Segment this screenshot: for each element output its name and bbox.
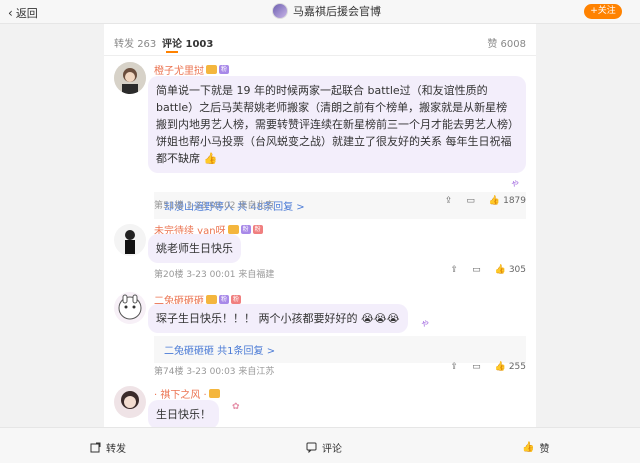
comment-meta: 第74楼 3-23 00:03 来自江苏 (154, 367, 275, 377)
reply-icon[interactable]: ▭ (466, 196, 475, 206)
sticker-icon: ゃ (420, 319, 430, 329)
repost-icon (90, 442, 101, 453)
crown-badge-icon (208, 389, 220, 398)
page-title: 马嘉祺后援会官博 (293, 5, 381, 18)
follow-button[interactable]: +关注 (584, 4, 622, 19)
like-count: 1879 (503, 196, 526, 206)
comment-actions: ⇪ ▭ 👍 1879 (431, 196, 526, 206)
bottom-action-bar: 转发 评论 👍 赞 (0, 427, 640, 463)
share-icon[interactable]: ⇪ (451, 362, 459, 372)
comment-item: · 祺下之风 · 生日快乐！ ✿ (104, 384, 536, 427)
active-tab-indicator (166, 51, 178, 53)
tab-comment-label: 评论 (162, 39, 182, 50)
comment-author[interactable]: · 祺下之风 · (154, 386, 207, 401)
comment-actions: ⇪ ▭ 👍 305 (437, 265, 526, 275)
reply-summary[interactable]: 二兔砸砸砸 共1条回复 > (154, 336, 526, 363)
reply-icon[interactable]: ▭ (472, 265, 481, 275)
avatar[interactable] (114, 224, 146, 256)
tab-like-label: 赞 (487, 39, 498, 50)
comment-author-row: · 祺下之风 · (154, 386, 220, 401)
comment-text: 简单说一下就是 19 年的时候两家一起联合 battle过（和友谊性质的batt… (148, 76, 526, 173)
comments-panel: 转发 263 评论 1003 赞 6008 橙子尤里挝 粉 简单说一下就是 19… (104, 24, 536, 427)
like-label: 赞 (539, 444, 550, 455)
comment-text: 琛子生日快乐！！！ 两个小孩都要好好的 😭😭😭 (148, 304, 408, 333)
flower-sticker-icon: ✿ (232, 402, 240, 412)
fan-badge-icon: 粉 (231, 295, 242, 304)
comment-text: 姚老师生日快乐 (148, 234, 241, 263)
crown-badge-icon (206, 65, 217, 74)
like-button[interactable]: 👍 赞 (522, 440, 549, 455)
sticker-icon: ゃ (510, 179, 520, 189)
thumbs-up-icon: 👍 (522, 442, 535, 453)
thumbs-up-icon: 👍 (494, 265, 506, 275)
tabs-bar: 转发 263 评论 1003 赞 6008 (104, 24, 536, 56)
tab-repost[interactable]: 转发 263 (114, 35, 156, 50)
back-button[interactable]: ‹ 返回 (8, 5, 38, 21)
like-count: 255 (508, 362, 526, 372)
avatar[interactable] (114, 386, 146, 418)
comment-item: 橙子尤里挝 粉 简单说一下就是 19 年的时候两家一起联合 battle过（和友… (104, 58, 536, 219)
like-button[interactable]: 👍 1879 (489, 196, 526, 206)
page-title-wrap: 马嘉祺后援会官博 (272, 3, 381, 19)
tab-repost-label: 转发 (114, 39, 134, 50)
comment-button[interactable]: 评论 (306, 440, 342, 455)
fan-badge-icon: 粉 (219, 295, 230, 304)
like-count: 305 (508, 265, 526, 275)
tab-comment[interactable]: 评论 1003 (162, 35, 213, 50)
share-icon[interactable]: ⇪ (445, 196, 453, 206)
tab-like[interactable]: 赞 6008 (487, 35, 526, 50)
thumbs-up-icon: 👍 (494, 362, 506, 372)
avatar[interactable] (114, 292, 146, 324)
comment-author[interactable]: 橙子尤里挝 (154, 62, 204, 77)
tab-like-count: 6008 (500, 39, 526, 50)
fan-badge-icon: 粉 (240, 225, 251, 234)
repost-label: 转发 (106, 444, 126, 455)
avatar[interactable] (114, 62, 146, 94)
tab-repost-count: 263 (137, 39, 157, 50)
share-icon[interactable]: ⇪ (451, 265, 459, 275)
account-avatar[interactable] (272, 3, 288, 19)
thumbs-up-icon: 👍 (488, 196, 501, 206)
like-button[interactable]: 👍 255 (495, 362, 526, 372)
crown-badge-icon (227, 225, 239, 234)
back-label: 返回 (15, 7, 38, 20)
comment-label: 评论 (322, 444, 342, 455)
reply-icon[interactable]: ▭ (472, 362, 481, 372)
chevron-left-icon: ‹ (8, 6, 13, 20)
comment-text: 生日快乐！ (148, 400, 219, 427)
comment-actions: ⇪ ▭ 👍 255 (437, 362, 526, 372)
comment-meta: 第20楼 3-23 00:01 来自福建 (154, 270, 275, 280)
fan-badge-icon: 粉 (252, 225, 263, 234)
comment-meta: 第51楼 3-23 00:02 来自北京 (154, 201, 275, 211)
tab-comment-count: 1003 (185, 39, 214, 50)
comment-author-row: 橙子尤里挝 粉 (154, 62, 230, 77)
comment-icon (306, 442, 317, 453)
repost-button[interactable]: 转发 (90, 440, 126, 455)
fan-badge-icon: 粉 (219, 65, 230, 74)
like-button[interactable]: 👍 305 (495, 265, 526, 275)
crown-badge-icon (206, 295, 217, 304)
top-bar: ‹ 返回 马嘉祺后援会官博 +关注 (0, 0, 640, 24)
